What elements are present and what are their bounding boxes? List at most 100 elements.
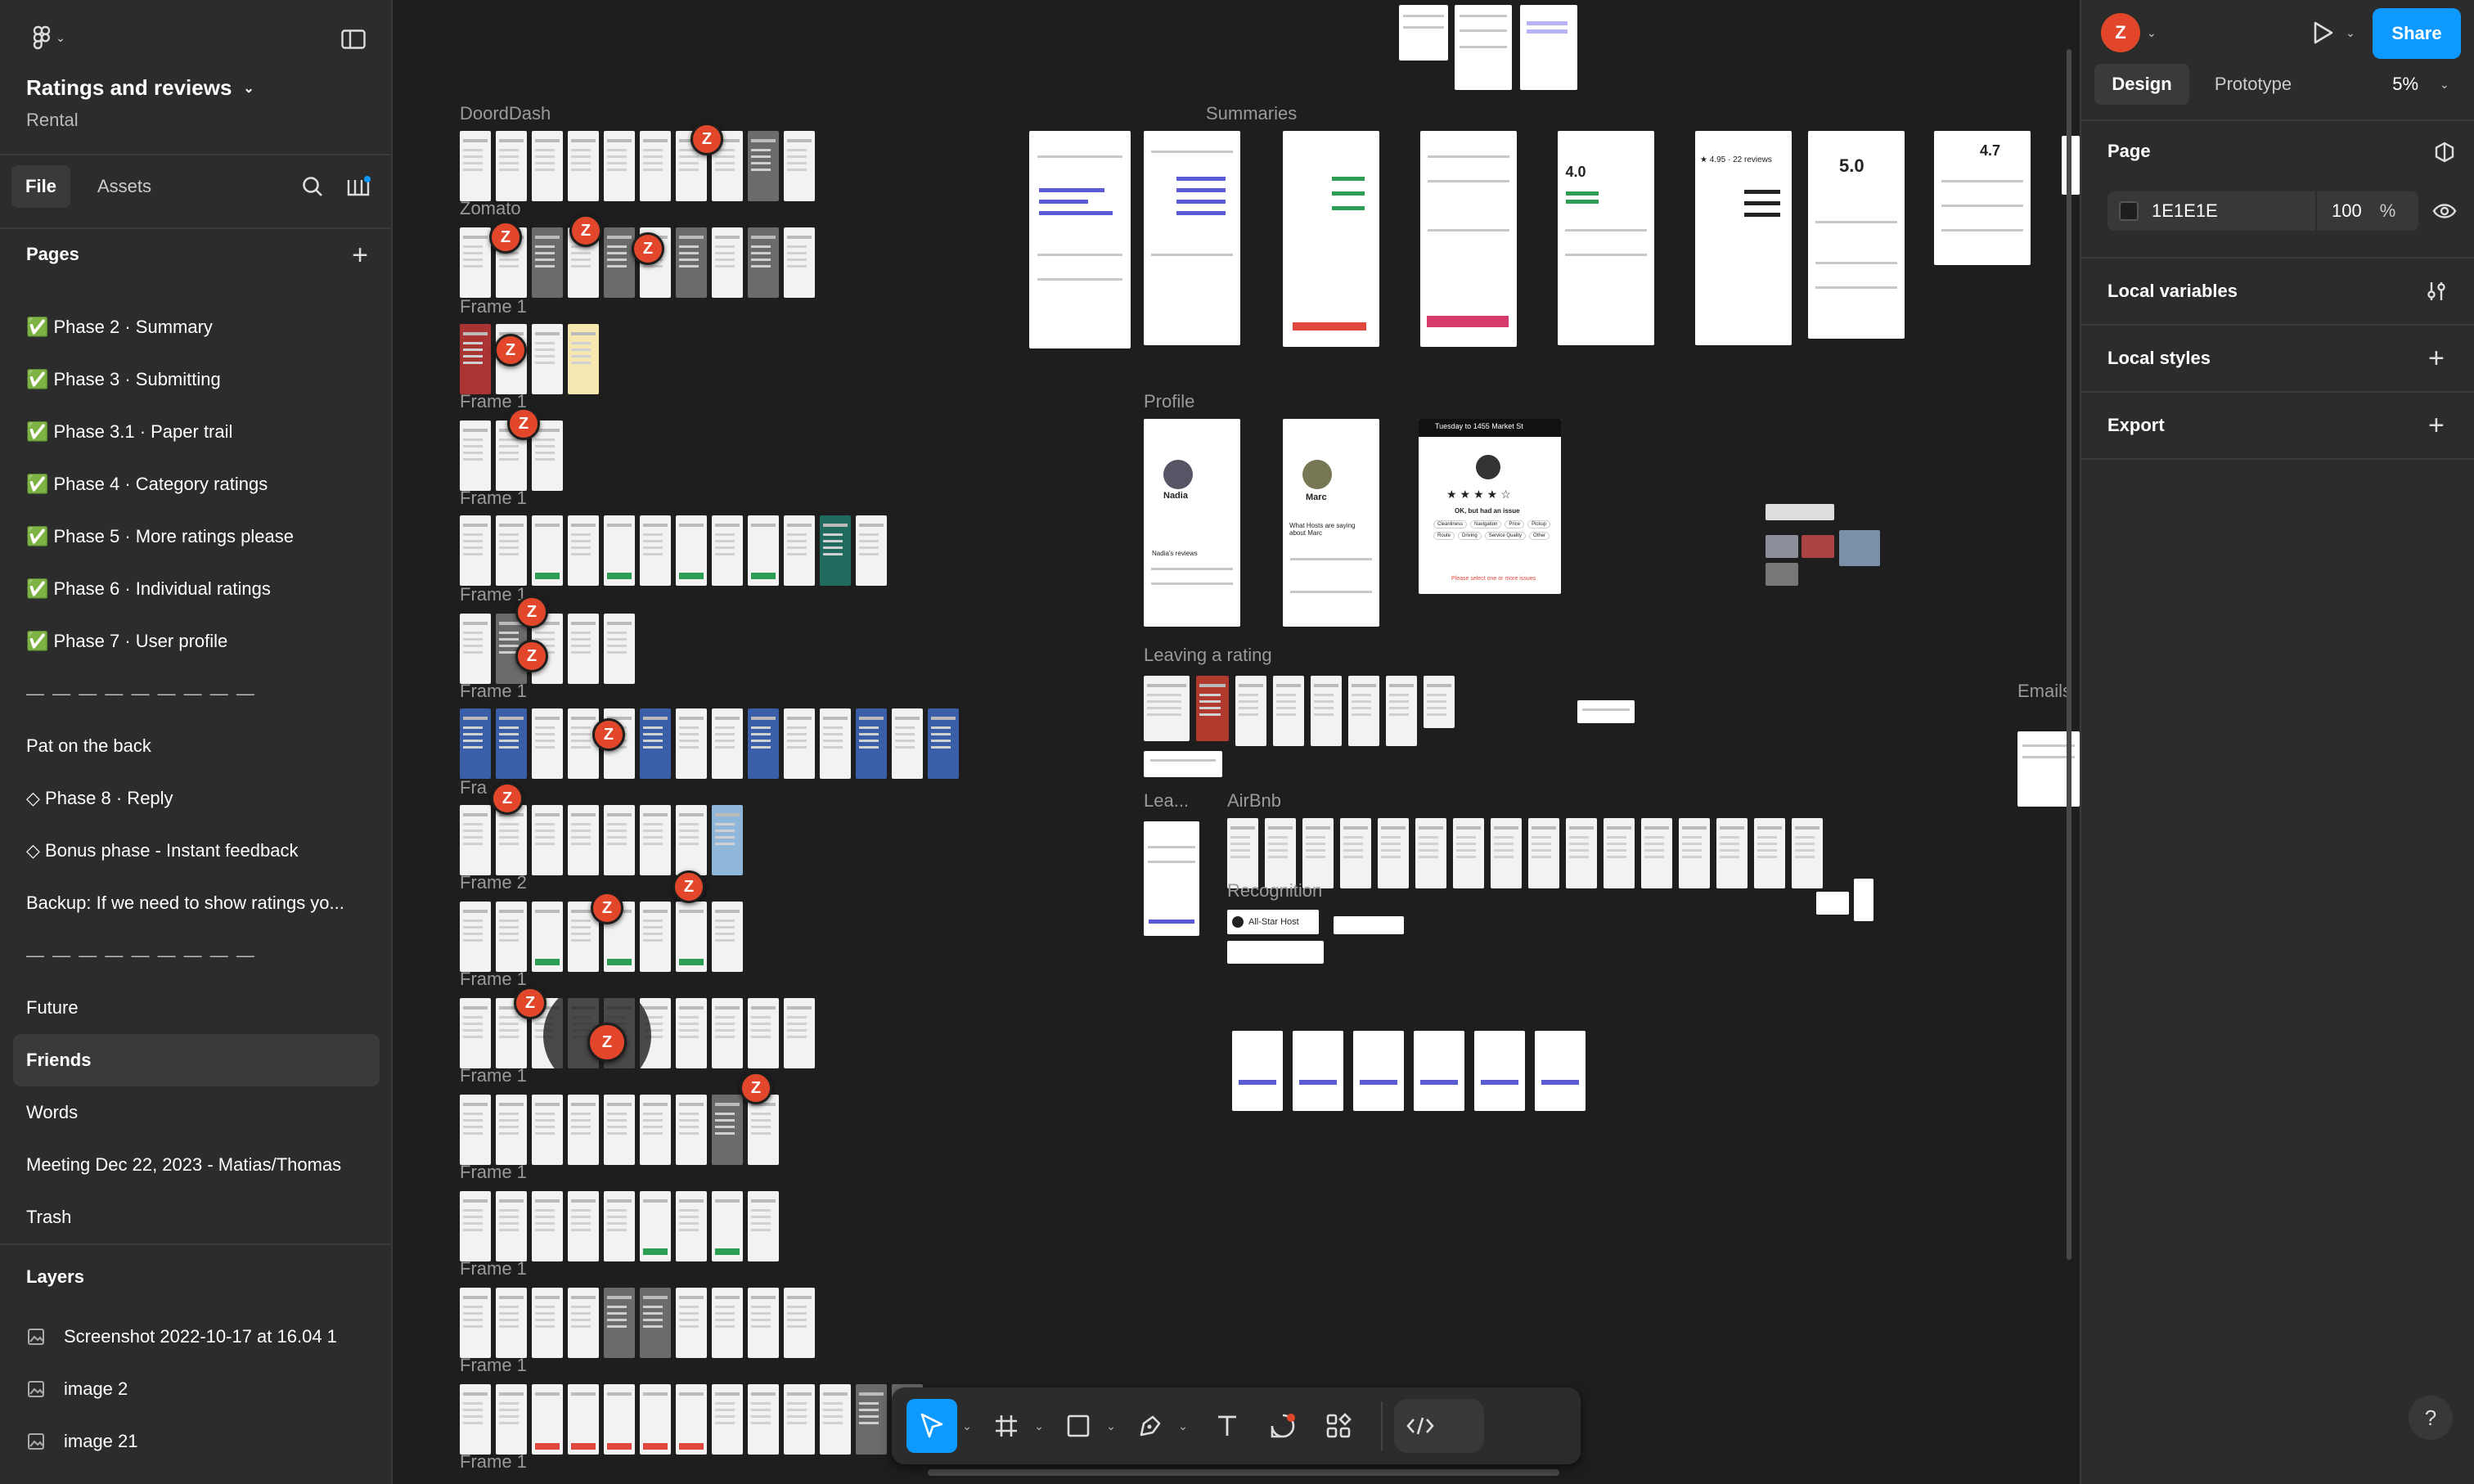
plus-icon[interactable]: + <box>2428 343 2445 375</box>
rating-flow-frames[interactable] <box>1232 1031 1586 1111</box>
page-item[interactable]: Meeting Dec 22, 2023 - Matias/Thomas <box>0 1139 391 1191</box>
frame-thumbnail[interactable] <box>1766 535 1798 558</box>
page-item[interactable]: — — — — — — — — — <box>0 929 391 982</box>
frame-label-summaries[interactable]: Summaries <box>1206 103 1297 124</box>
frame-strip[interactable] <box>460 614 635 684</box>
page-item[interactable]: ✅ Phase 6 · Individual ratings <box>0 563 391 615</box>
summary-screen[interactable]: 5.0 <box>1808 131 1905 339</box>
page-item[interactable]: ✅ Phase 5 · More ratings please <box>0 510 391 563</box>
profile-screen[interactable]: Tuesday to 1455 Market St ★★★★☆ OK, but ha… <box>1419 419 1561 594</box>
frame-strip[interactable] <box>460 515 887 586</box>
page-item[interactable]: ✅ Phase 3.1 · Paper trail <box>0 406 391 458</box>
zoom-dropdown[interactable]: 5% ⌄ <box>2376 64 2466 105</box>
frame-thumbnail[interactable] <box>1854 879 1873 921</box>
frame-thumbnail[interactable] <box>1144 821 1199 936</box>
page-item[interactable]: Friends <box>13 1034 380 1086</box>
tab-design[interactable]: Design <box>2094 64 2189 105</box>
profile-screen[interactable]: Nadia Nadia's reviews <box>1144 419 1240 627</box>
page-item[interactable]: ✅ Phase 2 · Summary <box>0 301 391 353</box>
frame-thumbnail[interactable] <box>1816 892 1849 915</box>
chevron-down-icon[interactable]: ⌄ <box>1173 1419 1193 1433</box>
frame-label-emails[interactable]: Emails <box>2017 681 2071 702</box>
share-button[interactable]: Share <box>2373 8 2461 59</box>
profile-screen[interactable]: Marc What Hosts are saying about Marc <box>1283 419 1379 627</box>
layer-item[interactable]: Screenshot 2022-10-17 at 16.04 1 <box>0 1311 391 1363</box>
doordash-frames[interactable] <box>460 131 815 201</box>
frame-strip[interactable] <box>460 324 599 394</box>
page-item[interactable]: Future <box>0 982 391 1034</box>
allstar-badge[interactable]: All-Star Host <box>1227 910 1319 934</box>
add-page-button[interactable]: + <box>344 239 376 272</box>
tab-assets[interactable]: Assets <box>83 165 165 208</box>
color-swatch[interactable] <box>2119 201 2139 221</box>
present-button[interactable]: ⌄ <box>2301 15 2366 51</box>
frame-strip[interactable] <box>460 708 959 779</box>
page-item[interactable]: ✅ Phase 4 · Category ratings <box>0 458 391 510</box>
file-name-button[interactable]: Ratings and reviews ⌄ <box>26 75 254 101</box>
summary-screen[interactable] <box>1144 131 1240 345</box>
color-hex[interactable]: 1E1E1E <box>2152 200 2315 222</box>
summary-screen[interactable]: ★ 4.95 · 22 reviews <box>1695 131 1792 345</box>
frame-label-profile[interactable]: Profile <box>1144 391 1194 412</box>
frame-label[interactable]: Fra <box>460 777 487 798</box>
main-menu-button[interactable]: ⌄ <box>23 21 75 54</box>
page-item[interactable]: Backup: If we need to show ratings yo... <box>0 877 391 929</box>
frame-thumbnail[interactable] <box>1455 5 1512 90</box>
frame-thumbnail[interactable] <box>1520 5 1577 90</box>
frame-strip[interactable] <box>460 805 743 875</box>
frame-label-recognition[interactable]: Recognition <box>1227 880 1322 902</box>
move-tool-button[interactable] <box>906 1399 957 1453</box>
chevron-down-icon[interactable]: ⌄ <box>1029 1419 1049 1433</box>
horizontal-scrollbar[interactable] <box>928 1469 1559 1476</box>
frame-strip[interactable] <box>460 1384 923 1455</box>
local-styles-row[interactable]: Local styles + <box>2081 326 2474 393</box>
background-color-field[interactable]: 1E1E1E 100 % <box>2107 191 2418 231</box>
frame-thumbnail[interactable] <box>1766 504 1834 520</box>
variable-mode-button[interactable] <box>2428 137 2461 167</box>
library-button[interactable] <box>342 170 375 203</box>
actions-button[interactable] <box>1316 1399 1361 1453</box>
page-item[interactable]: ◇ Phase 8 · Reply <box>0 772 391 825</box>
frame-thumbnail[interactable] <box>1227 941 1324 964</box>
user-menu[interactable]: Z ⌄ <box>2101 13 2157 52</box>
frame-thumbnail[interactable] <box>1766 563 1798 586</box>
layer-item[interactable]: image 2 <box>0 1363 391 1415</box>
frame-thumbnail[interactable] <box>1577 700 1635 723</box>
visibility-toggle[interactable] <box>2428 196 2461 226</box>
frame-strip[interactable] <box>460 1095 779 1165</box>
page-item[interactable]: ◇ Bonus phase - Instant feedback <box>0 825 391 877</box>
pen-tool-button[interactable] <box>1127 1399 1173 1453</box>
leaving-frames[interactable] <box>1144 676 1455 746</box>
shape-tool-button[interactable] <box>1055 1399 1101 1453</box>
frame-thumbnail[interactable] <box>1802 535 1834 558</box>
page-item[interactable]: ✅ Phase 7 · User profile <box>0 615 391 668</box>
canvas[interactable]: DoordDash Zomato Frame 1 Frame 1 Frame 1… <box>394 0 2080 1484</box>
page-item[interactable]: — — — — — — — — — <box>0 668 391 720</box>
frame-label-airbnb[interactable]: AirBnb <box>1227 790 1281 812</box>
export-row[interactable]: Export + <box>2081 393 2474 460</box>
frame-label[interactable]: Lea... <box>1144 790 1189 812</box>
plus-icon[interactable]: + <box>2428 410 2445 442</box>
frame-thumbnail[interactable] <box>1144 751 1222 777</box>
summary-screen[interactable]: 4.7 <box>1934 131 2031 265</box>
frame-label[interactable]: Frame 1 <box>460 296 527 317</box>
opacity-value[interactable]: 100 <box>2332 200 2362 222</box>
comment-tool-button[interactable] <box>1260 1399 1306 1453</box>
page-item[interactable]: ✅ Phase 3 · Submitting <box>0 353 391 406</box>
frame-strip[interactable] <box>460 1191 779 1261</box>
summary-screen[interactable] <box>1283 131 1379 347</box>
tab-prototype[interactable]: Prototype <box>2196 64 2310 105</box>
tab-file[interactable]: File <box>11 165 70 208</box>
help-button[interactable]: ? <box>2409 1396 2453 1440</box>
layer-item[interactable]: image 21 <box>0 1415 391 1468</box>
frame-strip[interactable] <box>460 1288 815 1358</box>
frame-label[interactable]: Frame 1 <box>460 584 527 605</box>
page-item[interactable]: Trash <box>0 1191 391 1243</box>
chevron-down-icon[interactable]: ⌄ <box>957 1419 977 1433</box>
summary-screen[interactable] <box>1420 131 1517 347</box>
chevron-down-icon[interactable]: ⌄ <box>1101 1419 1121 1433</box>
summary-screen[interactable] <box>1029 131 1131 349</box>
dev-mode-toggle[interactable] <box>1394 1399 1484 1453</box>
frame-thumbnail[interactable] <box>1334 916 1404 934</box>
summary-screen[interactable]: 4.0 <box>1558 131 1654 345</box>
